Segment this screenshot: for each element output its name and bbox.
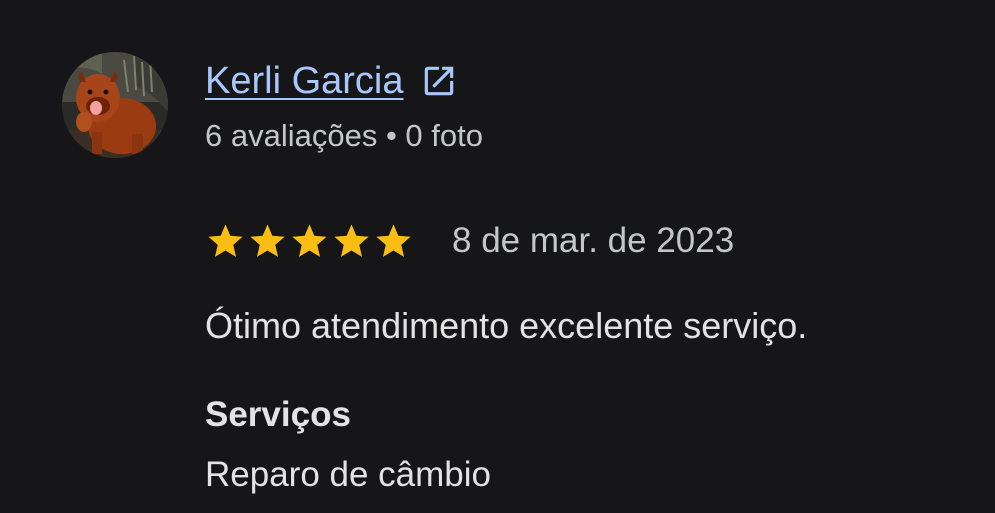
author-avatar[interactable] (62, 52, 168, 158)
dog-avatar-image (62, 52, 168, 158)
star-icon (208, 223, 243, 257)
star-icon (292, 223, 327, 257)
review-date: 8 de mar. de 2023 (452, 221, 735, 260)
star-icon (250, 223, 285, 257)
rating-row: 8 de mar. de 2023 (205, 218, 734, 264)
review-body-text: Ótimo atendimento excelente serviço. (205, 305, 808, 346)
author-row: Kerli Garcia (205, 56, 458, 106)
services-value: Reparo de câmbio (205, 455, 491, 494)
review-card: Kerli Garcia 6 avaliações • 0 foto 8 de … (0, 0, 995, 513)
author-review-count: 6 avaliações • 0 foto (205, 118, 483, 153)
services-heading: Serviços (205, 395, 351, 434)
star-rating (205, 221, 414, 262)
star-icon (334, 223, 369, 257)
author-name-link[interactable]: Kerli Garcia (205, 57, 404, 105)
star-icon (376, 223, 411, 257)
open-in-new-icon[interactable] (420, 62, 458, 100)
